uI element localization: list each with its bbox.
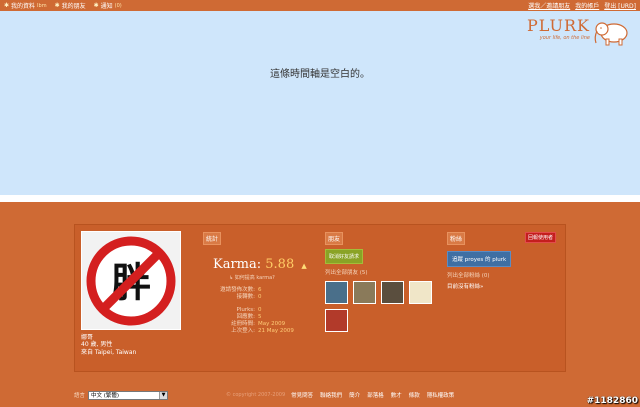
footer: 語言 中文 (繁體) ▼ © copyright 2007-2009 常見問答 … [74, 389, 566, 401]
stat-value: 5 [258, 314, 262, 320]
stat-row: 接轉數: 0 [203, 294, 313, 301]
my-account-link[interactable]: 我的帳戶 [575, 1, 599, 10]
stat-key: 註冊時間: [231, 321, 255, 327]
stat-row: Plurks: 0 [203, 307, 313, 314]
nav-my-friends[interactable]: ✱ 我的朋友 [55, 1, 86, 10]
list-all-fans-link[interactable]: 列出全部粉絲 (0) [447, 271, 562, 279]
dashboard: 胖 娜哥 40 歲, 男性 來自 Taipei, Taiwan 統計 Karma… [74, 224, 566, 372]
friend-avatar[interactable] [409, 281, 432, 304]
cancel-friend-request-button[interactable]: 取消好友請求 [325, 249, 364, 264]
footer-link-blog[interactable]: 部落格 [367, 391, 384, 399]
list-all-friends-link[interactable]: 列出全部朋友 (5) [325, 268, 437, 276]
karma-help-label: 如何提高 karma? [234, 275, 275, 281]
stat-value: May 2009 [258, 321, 286, 327]
plurk-logo[interactable]: PLURK your life, on the line [527, 17, 632, 47]
follow-plurk-button[interactable]: 追蹤 proyes 的 plurk [447, 251, 512, 267]
footer-link-terms[interactable]: 條款 [409, 391, 420, 399]
nav-my-profile-label: 我的資料 [11, 3, 36, 10]
footer-link-jobs[interactable]: 數才 [391, 391, 402, 399]
footer-link-contact[interactable]: 聯絡我們 [320, 391, 342, 399]
stat-key: 回應數: [236, 314, 255, 320]
footer-link-about[interactable]: 簡介 [349, 391, 360, 399]
report-user-button[interactable]: 回報使用者 [525, 232, 557, 243]
elephant-icon [594, 22, 628, 46]
stat-row: 上次登入: 21 May 2009 [203, 328, 313, 335]
profile-name: 娜哥 [81, 334, 94, 341]
friend-thumbnails [325, 281, 437, 332]
logo-wordmark: PLURK [527, 16, 590, 35]
nav-my-profile[interactable]: ✱ 我的資料 Ibm [4, 1, 47, 10]
footer-link-faq[interactable]: 常見問答 [291, 391, 313, 399]
karma-help-link[interactable]: ↳ 如何提高 karma? [229, 274, 313, 281]
no-fans-text: 目前沒有粉絲» [447, 284, 484, 290]
stat-key: Plurks: [236, 307, 256, 313]
timeline-empty-message: 這條時間軸是空白的。 [270, 69, 370, 80]
stat-value: 0 [258, 294, 262, 300]
star-icon: ✱ [4, 2, 10, 9]
profile-panel: 胖 娜哥 40 歲, 男性 來自 Taipei, Taiwan [81, 231, 185, 357]
nav-notifications[interactable]: ✱ 通知 (0) [94, 1, 122, 10]
language-label: 語言 [74, 393, 86, 399]
star-icon: ✱ [54, 2, 60, 9]
stat-row: 回應數: 5 [203, 314, 313, 321]
friend-avatar[interactable] [381, 281, 404, 304]
star-icon: ✱ [93, 2, 99, 9]
top-nav: ✱ 我的資料 Ibm ✱ 我的朋友 ✱ 通知 (0) [4, 1, 122, 10]
logo-tagline: your life, on the line [539, 35, 590, 41]
stat-row: 註冊時間: May 2009 [203, 321, 313, 328]
logout-link[interactable]: 登出 [URD] [604, 1, 636, 10]
chevron-down-icon[interactable]: ▼ [159, 391, 168, 399]
language-select[interactable]: 中文 (繁體) ▼ [88, 390, 169, 400]
karma-value: 5.88 [265, 257, 295, 272]
friends-panel: 朋友 取消好友請求 列出全部朋友 (5) [325, 232, 437, 332]
stat-value: 6 [258, 287, 262, 293]
friend-avatar[interactable] [353, 281, 376, 304]
stat-key: 上次登入: [231, 328, 255, 334]
nav-my-profile-badge: Ibm [37, 2, 47, 9]
profile-age-gender: 40 歲, 男性 [81, 341, 113, 348]
footer-links: 常見問答 聯絡我們 簡介 部落格 數才 條款 隱私權政策 [291, 391, 454, 399]
notifications-count: (0) [114, 2, 122, 9]
stat-row: 邀請發佈次數: 6 [203, 287, 313, 294]
karma-display: Karma: 5.88 ▲ [213, 257, 313, 272]
karma-up-arrow-icon: ▲ [301, 262, 307, 270]
stat-key: 接轉數: [236, 294, 255, 300]
friend-avatar[interactable] [325, 309, 348, 332]
watermark: #1182860 [586, 396, 638, 406]
stat-rows: 邀請發佈次數: 6 接轉數: 0 Plurks: 0 回應數: 5 註冊時間: May 2… [203, 287, 313, 335]
nav-my-friends-label: 我的朋友 [61, 3, 86, 10]
no-sign-icon: 胖 [82, 232, 180, 329]
stats-panel: 統計 Karma: 5.88 ▲ ↳ 如何提高 karma? 邀請發佈次數: 6 … [203, 232, 313, 335]
nav-notifications-label: 通知 [100, 3, 113, 10]
friend-avatar[interactable] [325, 281, 348, 304]
fans-header: 粉絲 [447, 232, 466, 245]
top-right-links: 選我／邀請朋友 我的帳戶 登出 [URD] [528, 1, 636, 10]
avatar[interactable]: 胖 [81, 231, 181, 330]
stat-key: 邀請發佈次數: [220, 287, 255, 293]
footer-link-privacy[interactable]: 隱私權政策 [427, 391, 455, 399]
fans-panel: 粉絲 回報使用者 追蹤 proyes 的 plurk 列出全部粉絲 (0) 目前… [447, 232, 562, 290]
invite-friends-link[interactable]: 選我／邀請朋友 [528, 1, 570, 10]
timeline-bottom-strip [0, 195, 640, 202]
stat-value: 0 [258, 307, 262, 313]
friends-header: 朋友 [325, 232, 344, 245]
language-select-value: 中文 (繁體) [91, 392, 120, 399]
karma-label: Karma: [213, 257, 262, 272]
copyright: © copyright 2007-2009 [226, 392, 286, 398]
profile-location: 來自 Taipei, Taiwan [81, 349, 137, 356]
timeline[interactable]: 這條時間軸是空白的。 PLURK your life, on the line [0, 11, 640, 195]
top-bar: ✱ 我的資料 Ibm ✱ 我的朋友 ✱ 通知 (0) 選我／邀請朋友 我的帳戶 … [0, 0, 640, 11]
stat-value: 21 May 2009 [258, 328, 294, 334]
stats-header: 統計 [203, 232, 222, 245]
